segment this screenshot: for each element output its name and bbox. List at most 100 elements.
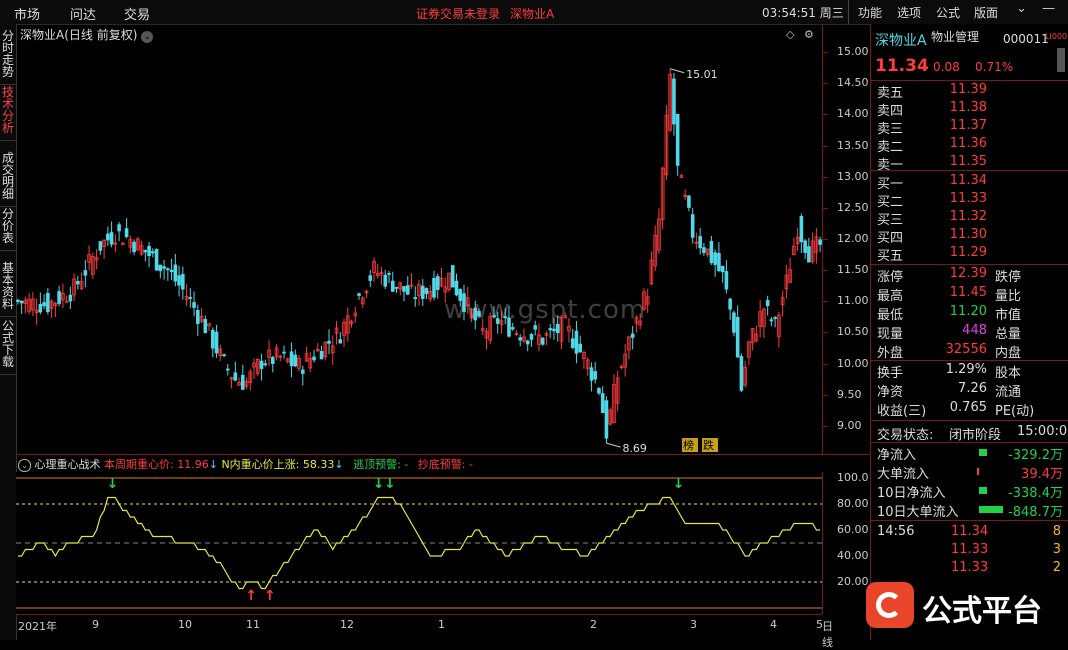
ask-price: 11.36	[949, 136, 987, 151]
candle-body	[383, 274, 388, 287]
stat-value: 0.765	[949, 400, 987, 415]
date-tick: 3	[690, 618, 697, 631]
ask-row: 卖二 11.36	[875, 136, 1065, 155]
candlestick-chart[interactable]: 15.01 8.69 榜跌	[16, 24, 822, 454]
clock: 03:54:51 周三	[762, 6, 844, 20]
trade-status-label: 交易状态:	[877, 428, 934, 443]
menu-function[interactable]: 功能	[858, 4, 882, 21]
date-tick: 4	[770, 618, 777, 631]
candle-body	[166, 268, 170, 271]
flow-row: 10日净流入 -338.4万	[875, 482, 1065, 501]
stat-label: 最高	[877, 289, 904, 304]
stat-right-label: 跌停	[995, 270, 1022, 285]
stat-row: 最高 11.45 量比	[875, 285, 1065, 304]
candle-body	[769, 319, 774, 322]
bid-row: 买四 11.30	[875, 227, 1065, 246]
tick-row[interactable]: 11.33 3	[875, 542, 1065, 560]
flow-bar	[977, 468, 979, 475]
price-change: 0.08	[933, 60, 960, 74]
side-tab-0[interactable]: 分时走势	[0, 24, 16, 85]
sell-signal-arrow: ↓	[384, 476, 396, 492]
price-tick: 13.50	[837, 138, 869, 152]
candle-body	[259, 360, 264, 369]
stat-value: 7.26	[958, 381, 987, 396]
gear-icon[interactable]: ⚙	[804, 28, 814, 41]
low-pointer	[606, 442, 621, 448]
stat-label: 涨停	[877, 270, 904, 285]
indicator-chart[interactable]: ↓ ↓ ↓ ↓↑ ↑	[16, 472, 822, 614]
candle-body	[192, 302, 196, 308]
candle-body	[533, 325, 538, 330]
date-axis: 2021年 9 10 11 12 1 2 3 4 5 日线	[16, 614, 833, 649]
candle-body	[42, 302, 46, 307]
candle-body	[293, 354, 298, 367]
candle-body	[630, 333, 635, 338]
menu-layout[interactable]: 版面	[974, 4, 998, 21]
trade-status: 交易状态: 闭市阶段 15:00:0	[875, 424, 1068, 443]
minimize-icon[interactable]: —	[1042, 1, 1055, 16]
logo-text: 公式平台	[922, 594, 1042, 629]
tick-row[interactable]: 14:56 11.34 8	[875, 524, 1065, 542]
flow-row: 大单流入 39.4万	[875, 463, 1065, 482]
tick-price: 11.34	[951, 524, 989, 539]
tick-mark	[823, 207, 828, 209]
price-tick: 14.50	[837, 76, 869, 90]
tick-mark	[823, 363, 828, 365]
login-status[interactable]: 证券交易未登录	[416, 5, 500, 22]
high-label: 15.01	[686, 68, 718, 81]
chevron-down-icon[interactable]: ⌄	[1016, 1, 1027, 16]
stock-sector[interactable]: 物业管理	[931, 28, 979, 45]
side-tab-1[interactable]: 技术分析	[0, 80, 16, 141]
candle-body	[739, 356, 744, 391]
side-tab-3[interactable]: 分价表	[0, 202, 16, 251]
bid-price: 11.30	[949, 227, 987, 242]
menu-formula[interactable]: 公式	[936, 4, 960, 21]
ask-row: 卖三 11.37	[875, 118, 1065, 137]
menu-trade[interactable]: 交易	[124, 4, 150, 23]
candle-body	[270, 357, 275, 364]
candle-body	[162, 266, 166, 269]
diamond-icon[interactable]: ◇	[786, 28, 794, 41]
candle-body	[98, 241, 103, 251]
candle-body	[702, 247, 706, 253]
stat-row: 最低 11.20 市值	[875, 304, 1065, 323]
stat-row: 净资 7.26 流通	[875, 381, 1065, 400]
side-tab-5[interactable]: 公式下载	[0, 314, 16, 375]
indicator-label4: 抄底预警: -	[417, 458, 473, 471]
side-tab-2[interactable]: 成交明细	[0, 146, 16, 207]
candle-body	[525, 340, 530, 345]
candle-body	[38, 304, 43, 313]
price-tick: 12.00	[837, 232, 869, 245]
side-tab-4[interactable]: 基本资料	[0, 256, 16, 317]
sell-signal-arrow: ↓	[673, 476, 685, 492]
bid-label: 买一	[877, 177, 904, 192]
menu-wenda[interactable]: 问达	[70, 4, 96, 23]
trade-status-time: 15:00:0	[1017, 424, 1068, 439]
candle-body	[578, 343, 582, 353]
date-tick: 1	[438, 618, 445, 631]
indicator-value2: 58.33	[302, 458, 335, 471]
bid-price: 11.32	[949, 209, 987, 224]
quote-panel: 深物业A 物业管理 000011 LI000 11.34 0.08 0.71% …	[870, 24, 1068, 640]
candle-body	[16, 299, 20, 302]
candle-body	[454, 280, 459, 296]
collapse-icon[interactable]: ⌄	[18, 459, 31, 472]
candle-body	[106, 233, 110, 241]
scrollbar[interactable]	[1057, 48, 1065, 72]
tick-time: 14:56	[877, 524, 915, 539]
tick-row[interactable]: 11.33 2	[875, 560, 1065, 578]
candle-body	[132, 241, 136, 253]
bid-label: 买四	[877, 231, 904, 246]
ask-row: 卖四 11.38	[875, 100, 1065, 119]
date-tick: 10	[178, 618, 192, 631]
indicator-label3: 逃顶预警: -	[353, 458, 409, 471]
period-selector[interactable]: 日线	[822, 618, 833, 650]
menu-market[interactable]: 市场	[14, 4, 40, 23]
candle-body	[402, 286, 406, 292]
menu-options[interactable]: 选项	[897, 4, 921, 21]
price-tick: 9.00	[837, 418, 862, 432]
tick-mark	[823, 239, 828, 240]
indicator-name[interactable]: 心理重心战术	[35, 458, 101, 471]
candle-body	[574, 330, 579, 354]
candle-body	[181, 274, 185, 290]
